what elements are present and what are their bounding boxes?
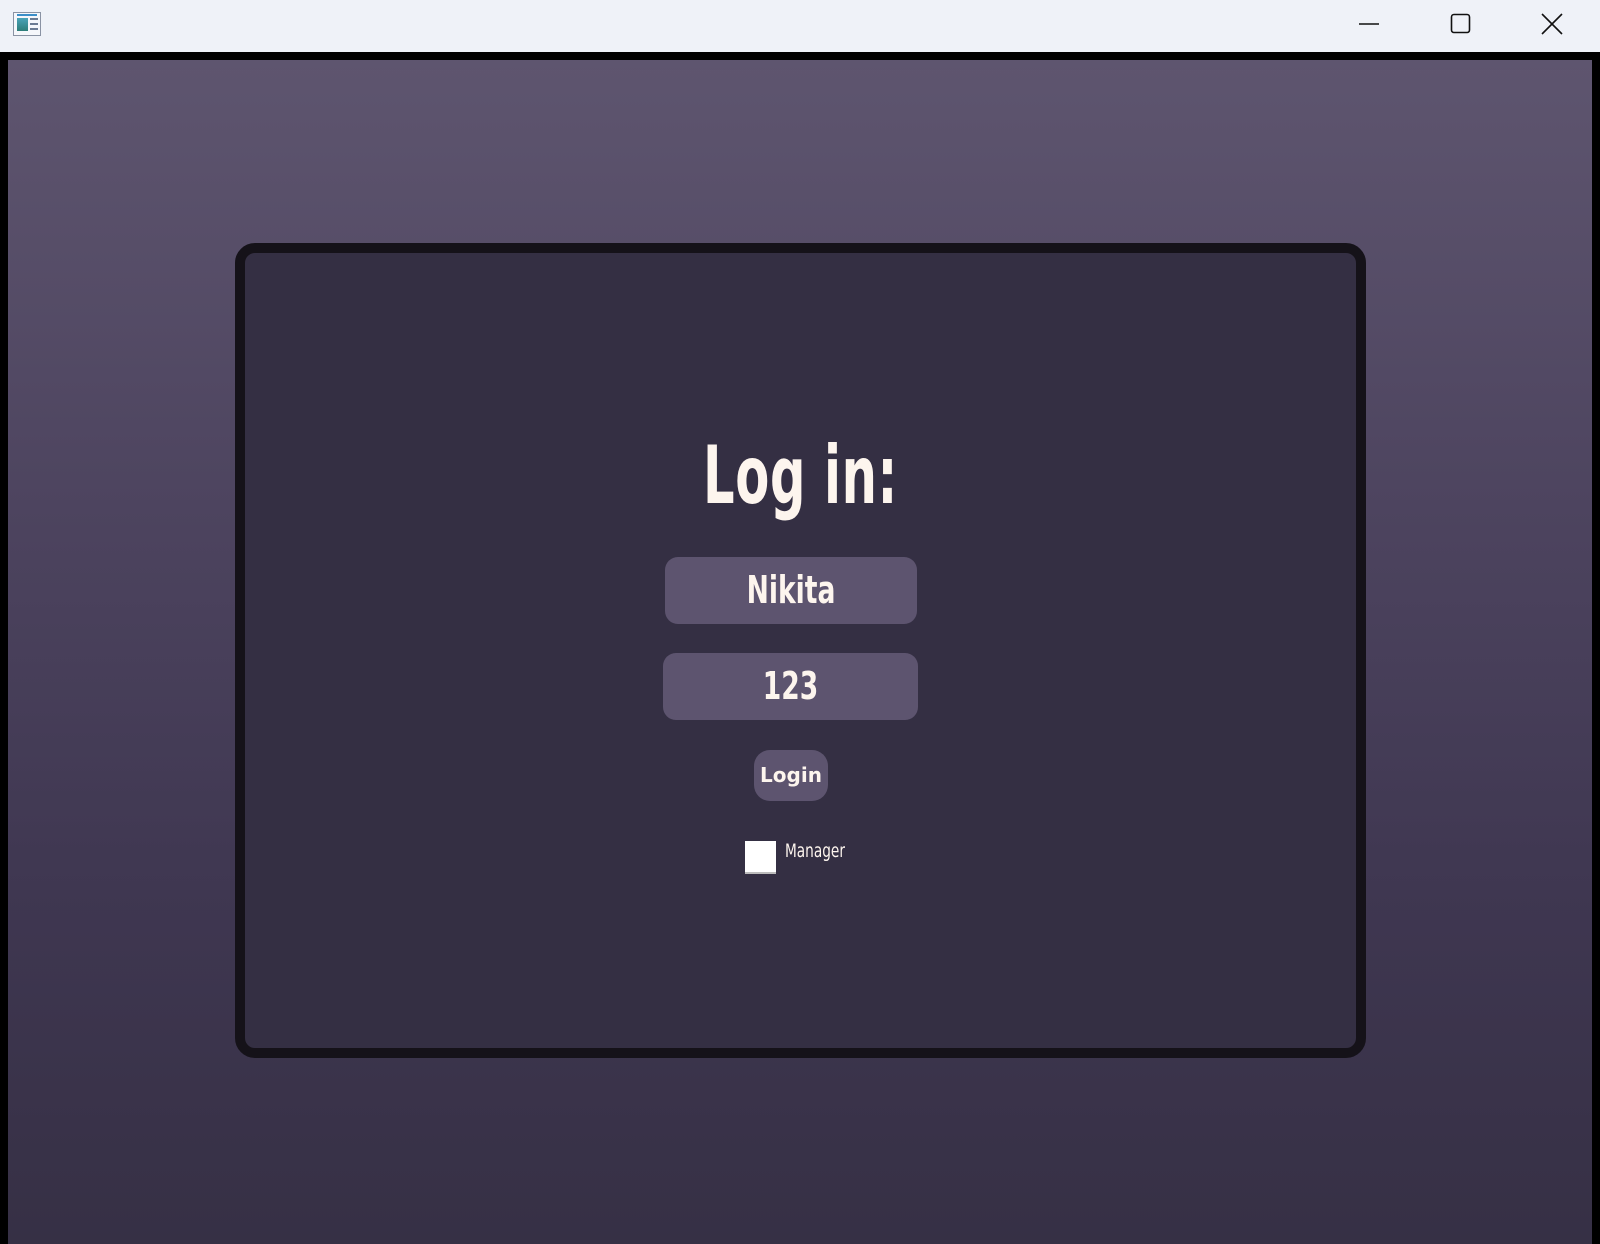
login-card: Log in: Nikita 123 Login Manager [235, 243, 1366, 1058]
close-icon [1541, 13, 1563, 35]
login-title: Log in: [703, 429, 898, 522]
username-field[interactable]: Nikita [665, 557, 917, 624]
close-button[interactable] [1506, 0, 1598, 48]
maximize-button[interactable] [1415, 0, 1507, 48]
minimize-icon [1359, 23, 1379, 25]
minimize-button[interactable] [1323, 0, 1415, 48]
username-value: Nikita [746, 568, 836, 612]
login-button[interactable]: Login [754, 750, 828, 801]
manager-checkbox-label: Manager [785, 840, 845, 862]
password-value: 123 [762, 664, 819, 708]
password-field[interactable]: 123 [663, 653, 918, 720]
window-content: Log in: Nikita 123 Login Manager [8, 60, 1592, 1244]
app-icon [13, 12, 41, 36]
window-titlebar[interactable] [0, 0, 1600, 52]
manager-checkbox[interactable] [745, 841, 776, 874]
maximize-icon [1450, 13, 1471, 34]
